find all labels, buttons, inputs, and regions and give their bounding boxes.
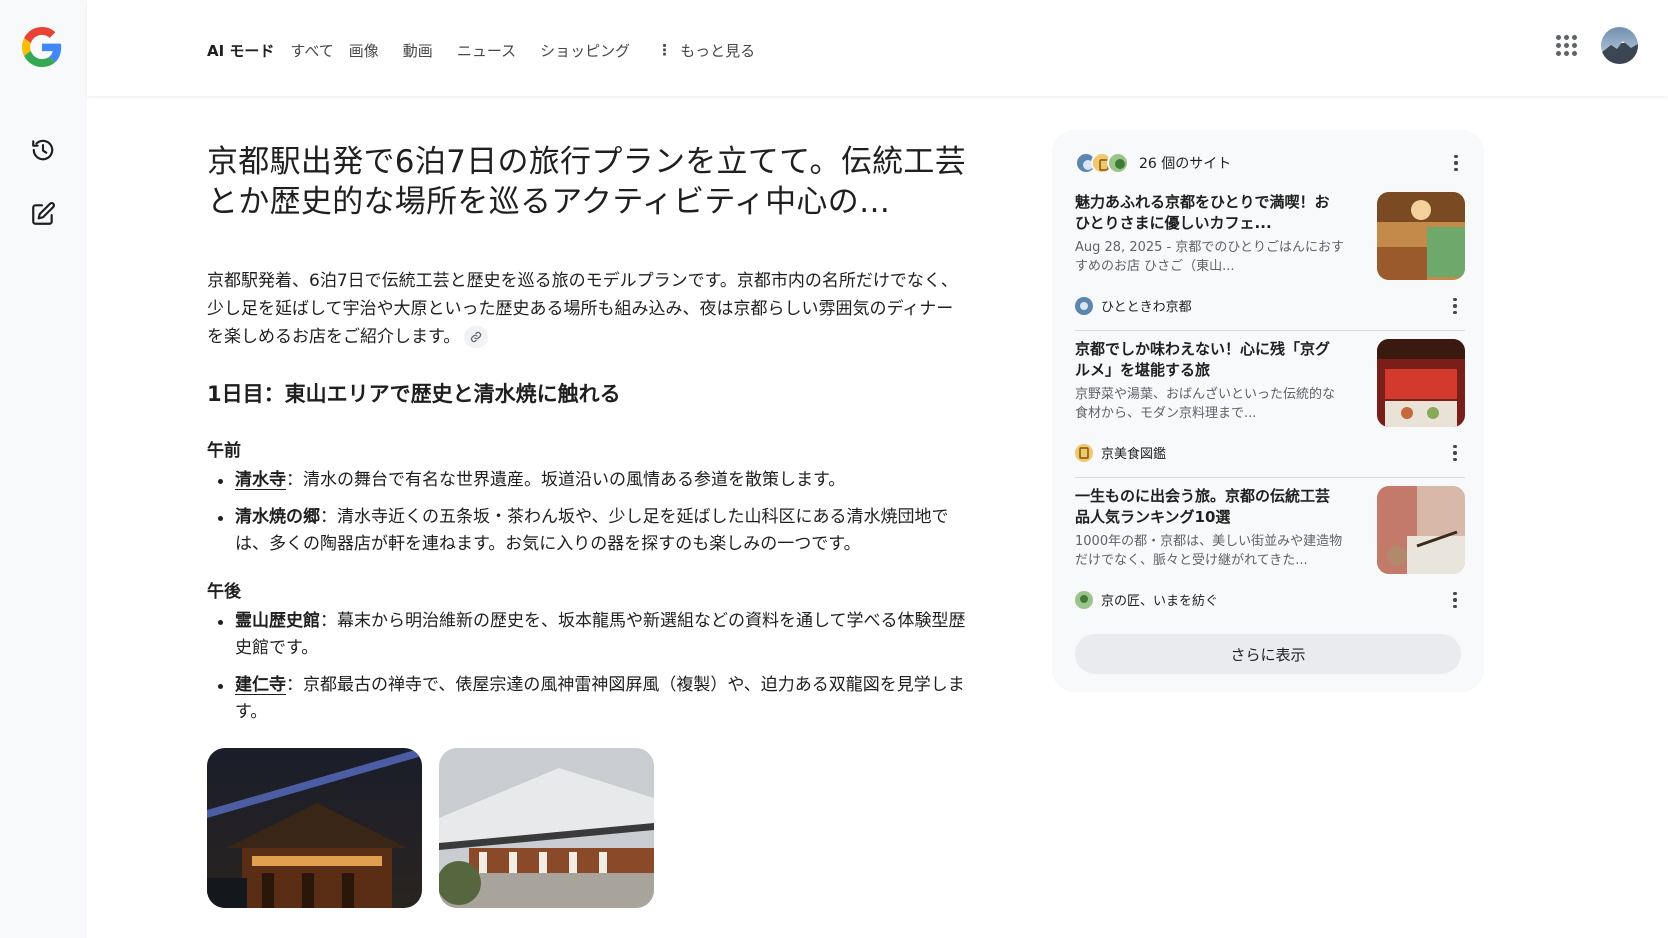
- more-vert-icon: ⋮: [657, 41, 673, 59]
- tab-news[interactable]: ニュース: [457, 40, 516, 61]
- search-tabs: AI モード すべて 画像 動画 ニュース ショッピング ⋮ もっと見る: [207, 40, 755, 61]
- source-snippet: 京野菜や湯葉、おばんざいといった伝統的な 食材から、モダン京料理まで...: [1075, 387, 1336, 421]
- source-title: 魅力あふれる京都をひとりで満喫！おひとりさまに優しいカフェ...: [1075, 193, 1330, 232]
- list-item: 建仁寺：京都最古の禅寺で、俵屋宗達の風神雷神図屛風（複製）や、迫力ある双龍図を見…: [207, 672, 967, 726]
- show-more-button[interactable]: さらに表示: [1075, 634, 1461, 674]
- source-snippet: Aug 28, 2025 - 京都でのひとりごはんにおすすめのお店 ひさご（東山…: [1075, 240, 1344, 274]
- list-item: 清水寺：清水の舞台で有名な世界遺産。坂道沿いの風情ある参道を散策します。: [207, 467, 967, 494]
- source-title: 京都でしか味わえない！心に残「京グルメ」を堪能する旅: [1075, 340, 1331, 379]
- tab-shopping[interactable]: ショッピング: [540, 40, 630, 61]
- source-favicons: [1075, 152, 1129, 174]
- sources-header: 26 個のサイト: [1075, 150, 1466, 176]
- item-text: ：京都最古の禅寺で、俵屋宗達の風神雷神図屛風（複製）や、迫力ある双龍図を見学しま…: [235, 675, 965, 722]
- site-favicon-kyonotakumi: [1075, 590, 1093, 609]
- term-label: 清水焼の郷: [235, 507, 320, 527]
- more-vert-icon[interactable]: [1445, 590, 1465, 610]
- day1-heading: 1日目：東山エリアで歴史と清水焼に触れる: [207, 382, 621, 406]
- source-card[interactable]: 一生ものに出会う旅。京都の伝統工芸品人気ランキング10選 1000年の都・京都は…: [1075, 486, 1465, 614]
- intro-paragraph: 京都駅発着、6泊7日で伝統工芸と歴史を巡る旅のモデルプランです。京都市内の名所だ…: [207, 267, 967, 351]
- morning-list: 清水寺：清水の舞台で有名な世界遺産。坂道沿いの風情ある参道を散策します。 清水焼…: [207, 467, 967, 558]
- more-menu[interactable]: ⋮ もっと見る: [657, 40, 755, 61]
- term-link[interactable]: 建仁寺: [235, 675, 286, 695]
- new-chat-edit-icon[interactable]: [24, 195, 62, 233]
- source-site-name: 京美食図鑑: [1101, 447, 1167, 462]
- more-vert-icon[interactable]: [1445, 296, 1465, 316]
- source-site-name: 京の匠、いまを紡ぐ: [1101, 594, 1219, 609]
- tab-ai-mode[interactable]: AI モード: [207, 40, 274, 61]
- more-label: もっと見る: [680, 42, 756, 60]
- kenninji-temple-photo[interactable]: [439, 748, 654, 908]
- kiyomizu-temple-night-photo[interactable]: [207, 748, 422, 908]
- apps-grid-icon[interactable]: [1554, 33, 1580, 59]
- query-title: 京都駅出発で6泊7日の旅行プランを立てて。伝統工芸とか歴史的な場所を巡るアクティ…: [207, 144, 967, 220]
- source-snippet: 1000年の都・京都は、美しい街並みや建造物だけでなく、脈々と受け継がれてきた.…: [1075, 534, 1343, 568]
- site-favicon-kyonotakumi: [1107, 152, 1129, 174]
- ai-answer: 京都駅出発で6泊7日の旅行プランを立てて。伝統工芸とか歴史的な場所を巡るアクティ…: [207, 142, 967, 908]
- morning-label: 午前: [207, 441, 241, 461]
- divider: [1075, 330, 1465, 331]
- list-item: 霊山歴史館：幕末から明治維新の歴史を、坂本龍馬や新選組などの資料を通して学べる体…: [207, 608, 967, 662]
- tab-all[interactable]: すべて: [290, 40, 333, 61]
- source-card[interactable]: 京都でしか味わえない！心に残「京グルメ」を堪能する旅 京野菜や湯葉、おばんざいと…: [1075, 339, 1465, 467]
- site-favicon-kyobishoku: [1075, 443, 1093, 462]
- item-text: ：清水の舞台で有名な世界遺産。坂道沿いの風情ある参道を散策します。: [286, 470, 846, 490]
- top-bar: AI モード すべて 画像 動画 ニュース ショッピング ⋮ もっと見る: [87, 0, 1668, 96]
- tab-images[interactable]: 画像: [349, 40, 379, 61]
- source-site: 京の匠、いまを紡ぐ: [1075, 590, 1218, 609]
- cafe-interior-photo: [1377, 192, 1465, 280]
- citation-link-icon[interactable]: [464, 326, 489, 348]
- left-sidebar: [0, 0, 87, 938]
- craft-painting-photo: [1377, 486, 1465, 574]
- sources-panel: 26 個のサイト 魅力あふれる京都をひとりで満喫！おひとりさまに優しいカフェ..…: [1052, 130, 1484, 692]
- term-link[interactable]: 清水寺: [235, 470, 286, 490]
- source-site: ひとときわ京都: [1075, 296, 1192, 315]
- image-row: [207, 748, 967, 908]
- list-item: 清水焼の郷：清水寺近くの五条坂・茶わん坂や、少し足を延ばした山科区にある清水焼団…: [207, 504, 967, 558]
- afternoon-label: 午後: [207, 582, 241, 602]
- more-vert-icon[interactable]: [1446, 153, 1466, 173]
- site-favicon-hitotokiwa: [1075, 296, 1093, 315]
- source-site: 京美食図鑑: [1075, 443, 1166, 462]
- source-card[interactable]: 魅力あふれる京都をひとりで満喫！おひとりさまに優しいカフェ... Aug 28,…: [1075, 192, 1465, 320]
- profile-avatar[interactable]: [1601, 27, 1638, 64]
- source-site-name: ひとときわ京都: [1101, 300, 1192, 315]
- sources-count: 26 個のサイト: [1139, 156, 1232, 172]
- afternoon-list: 霊山歴史館：幕末から明治維新の歴史を、坂本龍馬や新選組などの資料を通して学べる体…: [207, 608, 967, 726]
- intro-text: 京都駅発着、6泊7日で伝統工芸と歴史を巡る旅のモデルプランです。京都市内の名所だ…: [207, 271, 958, 347]
- term-label: 霊山歴史館: [235, 611, 320, 631]
- item-text: ：幕末から明治維新の歴史を、坂本龍馬や新選組などの資料を通して学べる体験型歴史館…: [235, 611, 966, 658]
- more-vert-icon[interactable]: [1445, 443, 1465, 463]
- tab-videos[interactable]: 動画: [403, 40, 433, 61]
- divider: [1075, 477, 1465, 478]
- food-stall-photo: [1377, 339, 1465, 427]
- source-title: 一生ものに出会う旅。京都の伝統工芸品人気ランキング10選: [1075, 487, 1331, 526]
- google-g-icon[interactable]: [22, 27, 62, 67]
- item-text: ：清水寺近くの五条坂・茶わん坂や、少し足を延ばした山科区にある清水焼団地では、多…: [235, 507, 949, 554]
- history-icon[interactable]: [24, 131, 62, 169]
